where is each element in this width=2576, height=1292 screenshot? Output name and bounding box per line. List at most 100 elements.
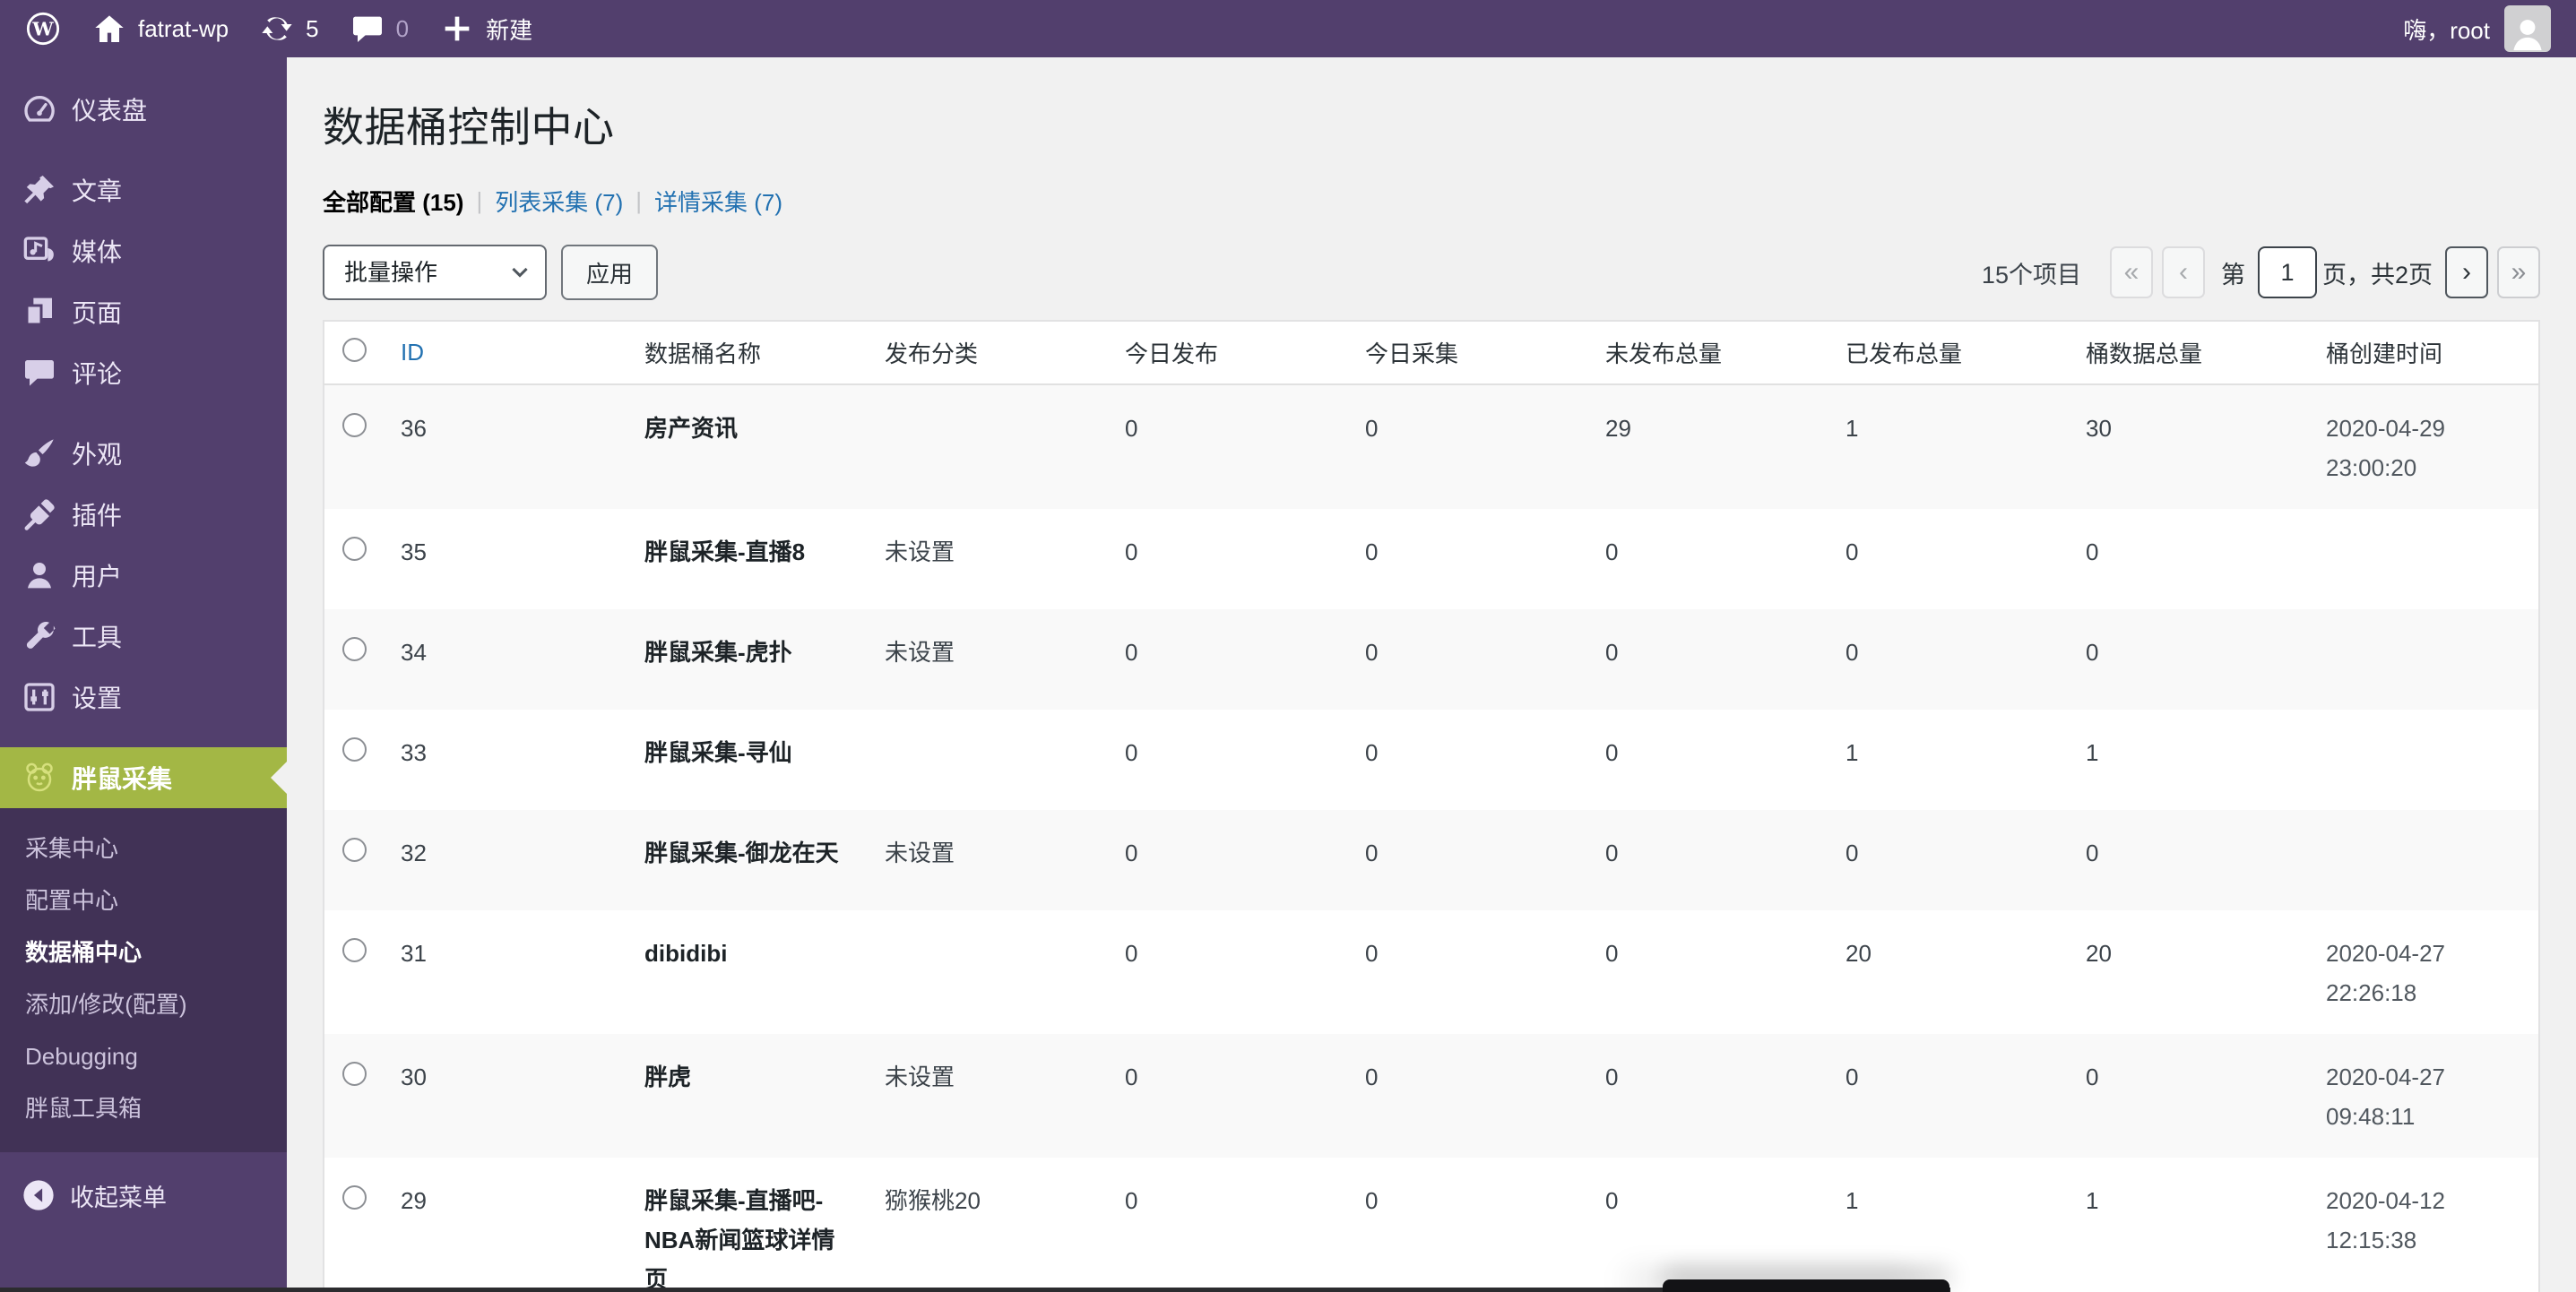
- sidebar-item-settings[interactable]: 设置: [0, 667, 287, 728]
- sidebar-item-label: 媒体: [72, 233, 122, 269]
- row-checkbox[interactable]: [342, 413, 367, 437]
- cell-bucket-name: 房产资讯: [627, 384, 867, 509]
- submenu-item-3[interactable]: 添加/修改(配置): [0, 978, 287, 1030]
- submenu-item-0[interactable]: 采集中心: [0, 823, 287, 874]
- row-checkbox[interactable]: [342, 838, 367, 862]
- row-checkbox[interactable]: [342, 1062, 367, 1086]
- updates-count: 5: [306, 15, 318, 43]
- last-page-button[interactable]: »: [2497, 246, 2540, 298]
- cell-id: 29: [383, 1158, 627, 1292]
- cell-id: 32: [383, 810, 627, 910]
- cell-created-time: 2020-04-12 12:15:38: [2308, 1158, 2539, 1292]
- column-header-bucket-total: 桶数据总量: [2068, 321, 2308, 384]
- submenu-item-1[interactable]: 配置中心: [0, 874, 287, 926]
- filter-link-0[interactable]: 全部配置 (15): [323, 185, 463, 218]
- comments-link[interactable]: 0: [350, 11, 409, 47]
- table-row-bucket-31: 31dibidibi00020202020-04-27 22:26:18: [324, 910, 2539, 1034]
- cell-publish-category: 未设置: [867, 810, 1107, 910]
- current-menu-arrow: [271, 762, 287, 794]
- collapse-menu-button[interactable]: 收起菜单: [0, 1165, 287, 1226]
- sidebar-item-appearance[interactable]: 外观: [0, 423, 287, 484]
- cell-created-time: 2020-04-27 22:26:18: [2308, 910, 2539, 1034]
- sidebar-item-fatrat-collect[interactable]: 胖鼠采集: [0, 747, 287, 808]
- apply-button[interactable]: 应用: [561, 245, 658, 300]
- submenu-item-4[interactable]: Debugging: [0, 1030, 287, 1082]
- filter-link-1[interactable]: 列表采集 (7): [495, 185, 623, 218]
- first-page-button[interactable]: «: [2110, 246, 2153, 298]
- media-icon: [22, 233, 57, 269]
- pagination: 15个项目 « ‹ 第 页，共2页 › »: [1982, 246, 2540, 298]
- cell-publish-category: 未设置: [867, 1034, 1107, 1158]
- cell-published-total: 0: [1828, 509, 2068, 609]
- cell-id: 34: [383, 609, 627, 710]
- cell-unpublished-total: 0: [1587, 710, 1828, 810]
- wordpress-logo-icon: W: [25, 11, 61, 47]
- svg-text:W: W: [31, 17, 54, 39]
- sidebar-item-pages[interactable]: 页面: [0, 281, 287, 342]
- sidebar-item-users[interactable]: 用户: [0, 545, 287, 606]
- prev-page-button[interactable]: ‹: [2162, 246, 2205, 298]
- updates-link[interactable]: 5: [259, 11, 318, 47]
- cell-today-published: 0: [1107, 1034, 1347, 1158]
- cell-publish-category: 未设置: [867, 609, 1107, 710]
- account-greeting: 嗨，root: [2403, 13, 2490, 46]
- filter-separator: |: [635, 187, 642, 215]
- sidebar-item-label: 仪表盘: [72, 91, 147, 127]
- collapse-arrow-icon: [22, 1178, 56, 1212]
- site-link[interactable]: fatrat-wp: [91, 11, 229, 47]
- sidebar-item-label: 页面: [72, 294, 122, 330]
- sidebar-item-posts[interactable]: 文章: [0, 159, 287, 220]
- home-icon: [91, 11, 127, 47]
- sidebar-item-dashboard[interactable]: 仪表盘: [0, 79, 287, 140]
- cell-bucket-total: 0: [2068, 509, 2308, 609]
- cell-bucket-total: 20: [2068, 910, 2308, 1034]
- row-checkbox[interactable]: [342, 637, 367, 661]
- table-row-bucket-29: 29胖鼠采集-直播吧-NBA新闻篮球详情页猕猴桃20000112020-04-1…: [324, 1158, 2539, 1292]
- cell-id: 30: [383, 1034, 627, 1158]
- wordpress-menu[interactable]: W: [25, 11, 61, 47]
- column-header-today-collected: 今日采集: [1347, 321, 1587, 384]
- next-page-button[interactable]: ›: [2445, 246, 2488, 298]
- user-icon: [22, 557, 57, 593]
- cell-bucket-total: 0: [2068, 810, 2308, 910]
- bulk-action-select[interactable]: 批量操作: [323, 245, 547, 300]
- wrench-icon: [22, 618, 57, 654]
- cell-bucket-name: 胖鼠采集-直播吧-NBA新闻篮球详情页: [627, 1158, 867, 1292]
- list-toolbar: 批量操作 应用 15个项目 « ‹ 第 页，共2页 › »: [323, 245, 2540, 300]
- table-row-bucket-30: 30胖虎未设置000002020-04-27 09:48:11: [324, 1034, 2539, 1158]
- sidebar-item-label: 插件: [72, 496, 122, 532]
- cell-created-time: 2020-04-29 23:00:20: [2308, 384, 2539, 509]
- cell-today-published: 0: [1107, 509, 1347, 609]
- row-checkbox[interactable]: [342, 938, 367, 962]
- account-menu[interactable]: 嗨，root: [2403, 5, 2551, 52]
- table-row-bucket-33: 33胖鼠采集-寻仙00011: [324, 710, 2539, 810]
- filter-links: 全部配置 (15) | 列表采集 (7) | 详情采集 (7): [323, 185, 2540, 218]
- cell-today-collected: 0: [1347, 384, 1587, 509]
- plug-icon: [22, 496, 57, 532]
- column-header-id[interactable]: ID: [401, 339, 424, 366]
- brush-icon: [22, 435, 57, 471]
- cell-published-total: 1: [1828, 1158, 2068, 1292]
- select-all-checkbox[interactable]: [342, 338, 367, 362]
- sidebar-item-label: 胖鼠采集: [72, 760, 172, 796]
- cell-publish-category: [867, 384, 1107, 509]
- table-row-bucket-32: 32胖鼠采集-御龙在天未设置00000: [324, 810, 2539, 910]
- sidebar-item-tools[interactable]: 工具: [0, 606, 287, 667]
- current-page-input[interactable]: [2258, 246, 2317, 298]
- new-content-button[interactable]: 新建: [439, 11, 532, 47]
- filter-separator: |: [476, 187, 482, 215]
- sidebar-item-label: 设置: [72, 679, 122, 715]
- filter-link-2[interactable]: 详情采集 (7): [654, 185, 782, 218]
- submenu-item-5[interactable]: 胖鼠工具箱: [0, 1082, 287, 1134]
- cell-published-total: 1: [1828, 710, 2068, 810]
- row-checkbox[interactable]: [342, 1185, 367, 1210]
- column-header-today-published: 今日发布: [1107, 321, 1347, 384]
- sidebar-item-media[interactable]: 媒体: [0, 220, 287, 281]
- submenu-item-2-current[interactable]: 数据桶中心: [0, 926, 287, 978]
- sidebar-item-comments[interactable]: 评论: [0, 342, 287, 403]
- cell-published-total: 0: [1828, 609, 2068, 710]
- sidebar-item-label: 用户: [72, 557, 122, 593]
- row-checkbox[interactable]: [342, 537, 367, 561]
- row-checkbox[interactable]: [342, 737, 367, 762]
- sidebar-item-plugins[interactable]: 插件: [0, 484, 287, 545]
